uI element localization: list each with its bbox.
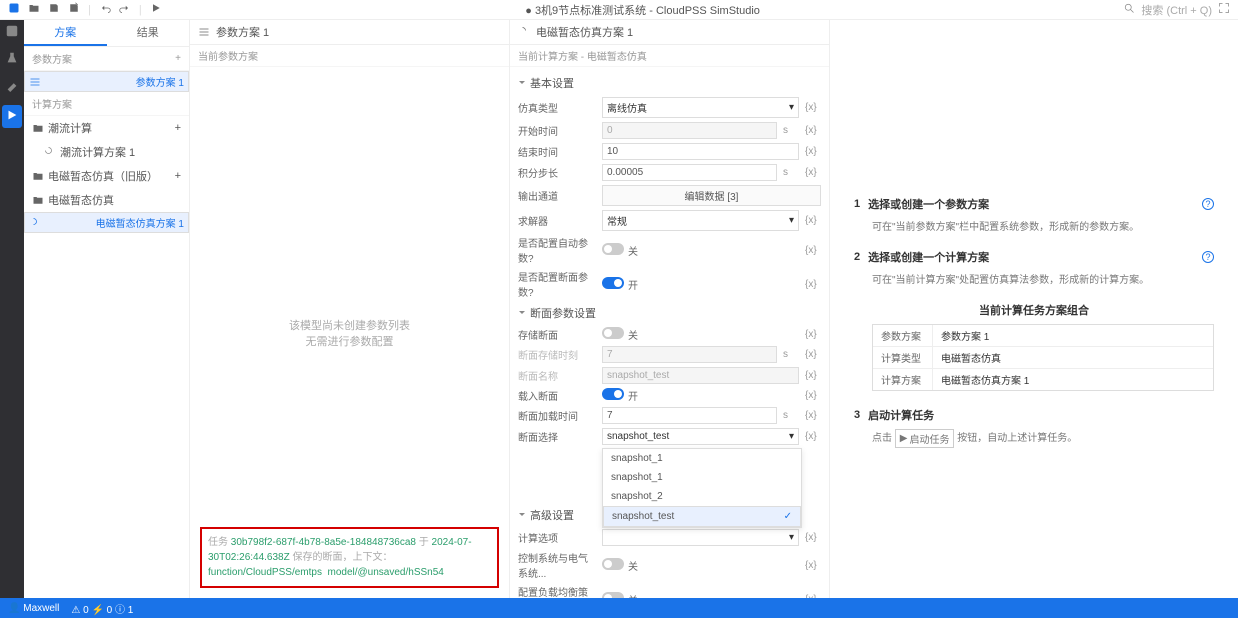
redo-icon[interactable]	[119, 2, 131, 17]
calc-panel: 电磁暂态仿真方案 1 当前计算方案 - 电磁暂态仿真 基本设置 仿真类型离线仿真…	[510, 20, 830, 598]
help-icon[interactable]: ?	[1202, 251, 1214, 263]
folder-flow[interactable]: 潮流计算+	[24, 116, 189, 140]
snap-time-input	[602, 346, 777, 363]
fullscreen-icon[interactable]	[1218, 2, 1230, 17]
combo-title: 当前计算任务方案组合	[854, 302, 1214, 318]
start-input	[602, 122, 777, 139]
add-icon[interactable]: +	[175, 170, 181, 182]
step2-desc: 可在"当前计算方案"处配置仿真算法参数，形成新的计算方案。	[872, 271, 1214, 286]
empty-msg2: 无需进行参数配置	[306, 333, 394, 349]
item-emt1[interactable]: 电磁暂态仿真方案 1	[24, 212, 189, 233]
undo-icon[interactable]	[99, 2, 111, 17]
solver-select[interactable]: 常规▾	[602, 210, 799, 231]
search-hint[interactable]: 搜索 (Ctrl + Q)	[1141, 2, 1212, 18]
folder-emt-old[interactable]: 电磁暂态仿真（旧版）+	[24, 164, 189, 188]
panel-title: 电磁暂态仿真方案 1	[536, 24, 633, 40]
calc-opt-select[interactable]: ▾	[602, 529, 799, 546]
label-sim-type: 仿真类型	[518, 100, 596, 115]
app-icon	[8, 2, 20, 17]
section-calc: 计算方案	[24, 92, 189, 116]
section-param: 参数方案+	[24, 47, 189, 71]
status-stats[interactable]: ⚠ 0 ⚡ 0 ⓘ 1	[71, 601, 133, 616]
step3-desc: 点击 ▶ 启动任务 按钮，自动上述计算任务。	[872, 429, 1214, 448]
ctrl-sys-toggle[interactable]	[602, 558, 624, 570]
trip-param-toggle[interactable]	[602, 277, 624, 289]
snap-select[interactable]: snapshot_test▾	[602, 428, 799, 445]
snap-dropdown: snapshot_1 snapshot_1 snapshot_2 snapsho…	[602, 448, 802, 528]
end-input[interactable]	[602, 143, 799, 160]
empty-msg1: 该模型尚未创建参数列表	[289, 317, 410, 333]
sim-type-select[interactable]: 离线仿真▾	[602, 97, 799, 118]
group-snap[interactable]: 断面参数设置	[518, 301, 821, 325]
snap-option[interactable]: snapshot_test✓	[603, 506, 801, 527]
auto-param-toggle[interactable]	[602, 243, 624, 255]
rail-flask-icon[interactable]	[5, 51, 19, 68]
item-param1[interactable]: 参数方案 1	[24, 71, 189, 92]
snap-option[interactable]: snapshot_1	[603, 468, 801, 487]
rail-tools-icon[interactable]	[5, 78, 19, 95]
load-comp-toggle[interactable]	[602, 592, 624, 599]
snap-option[interactable]: snapshot_2	[603, 487, 801, 506]
add-icon[interactable]: +	[175, 53, 181, 64]
search-icon[interactable]	[1123, 2, 1135, 17]
step2-title: 选择或创建一个计算方案	[868, 249, 989, 265]
step3-title: 启动计算任务	[868, 407, 934, 423]
combo-table: 参数方案参数方案 1 计算类型电磁暂态仿真 计算方案电磁暂态仿真方案 1	[872, 324, 1214, 391]
save-snap-toggle[interactable]	[602, 327, 624, 339]
start-task-chip: ▶ 启动任务	[895, 429, 955, 448]
snap-name-input	[602, 367, 799, 384]
snap-option[interactable]: snapshot_1	[603, 449, 801, 468]
step-input[interactable]	[602, 164, 777, 181]
save-icon[interactable]	[48, 2, 60, 17]
param-panel: 参数方案 1 当前参数方案 该模型尚未创建参数列表 无需进行参数配置 任务 30…	[190, 20, 510, 598]
item-flow1[interactable]: 潮流计算方案 1	[24, 140, 189, 164]
page-title: ● 3机9节点标准测试系统 - CloudPSS SimStudio	[162, 2, 1124, 18]
group-basic[interactable]: 基本设置	[518, 71, 821, 95]
task-info-box: 任务 30b798f2-687f-4b78-8a5e-184848736ca8 …	[200, 527, 499, 588]
statusbar: 👤 Maxwell ⚠ 0 ⚡ 0 ⓘ 1	[0, 598, 1238, 618]
panel-title: 参数方案 1	[216, 24, 269, 40]
save-as-icon[interactable]	[68, 2, 80, 17]
tab-plan[interactable]: 方案	[24, 20, 107, 46]
help-panel: 1选择或创建一个参数方案? 可在"当前参数方案"栏中配置系统参数，形成新的参数方…	[830, 20, 1238, 598]
check-icon: ✓	[784, 511, 792, 522]
edit-output-button[interactable]: 编辑数据 [3]	[602, 185, 821, 206]
rail-run-icon[interactable]	[2, 105, 22, 128]
titlebar: | | ● 3机9节点标准测试系统 - CloudPSS SimStudio 搜…	[0, 0, 1238, 20]
step1-desc: 可在"当前参数方案"栏中配置系统参数，形成新的参数方案。	[872, 218, 1214, 233]
panel-sub: 当前计算方案 - 电磁暂态仿真	[510, 45, 829, 67]
step1-title: 选择或创建一个参数方案	[868, 196, 989, 212]
help-icon[interactable]: ?	[1202, 198, 1214, 210]
play-icon[interactable]	[150, 2, 162, 17]
add-icon[interactable]: +	[175, 122, 181, 134]
folder-icon[interactable]	[28, 2, 40, 17]
tab-result[interactable]: 结果	[107, 20, 190, 46]
rail-home-icon[interactable]	[5, 24, 19, 41]
fx-icon[interactable]: {x}	[805, 102, 821, 113]
load-snap-toggle[interactable]	[602, 388, 624, 400]
folder-emt[interactable]: 电磁暂态仿真	[24, 188, 189, 212]
user-badge[interactable]: 👤 Maxwell	[8, 603, 59, 614]
activity-rail	[0, 20, 24, 598]
snap-load-input[interactable]	[602, 407, 777, 424]
panel-sub: 当前参数方案	[190, 45, 509, 67]
sidebar: 方案 结果 参数方案+ 参数方案 1 计算方案 潮流计算+ 潮流计算方案 1 电…	[24, 20, 190, 598]
